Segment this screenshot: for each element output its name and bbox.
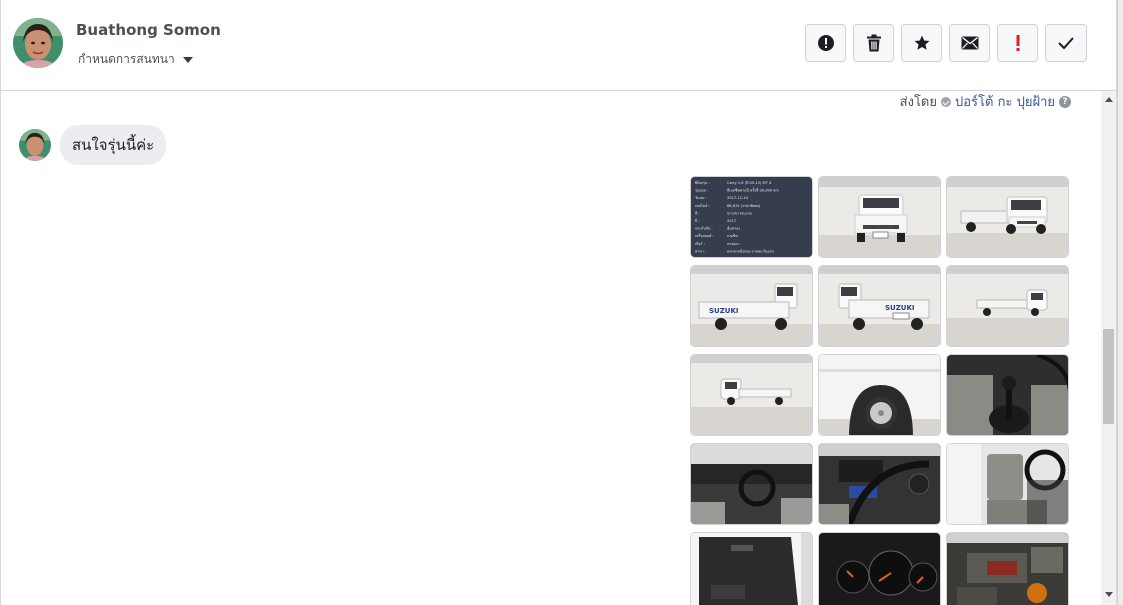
door-panel-image bbox=[691, 533, 812, 605]
photo-wheel-closeup[interactable] bbox=[818, 354, 941, 436]
scrollbar-thumb[interactable] bbox=[1103, 329, 1114, 424]
message-bubble[interactable]: สนใจรุ่นนี้ค่ะ bbox=[60, 125, 167, 165]
incoming-message: สนใจรุ่นนี้ค่ะ bbox=[19, 125, 167, 165]
photo-gear-shift[interactable] bbox=[946, 354, 1069, 436]
spec-row-label: ปี : bbox=[695, 218, 700, 223]
vertical-scrollbar[interactable] bbox=[1101, 91, 1116, 605]
important-button[interactable] bbox=[997, 24, 1038, 62]
spec-row-value: ตลาดรถมือสอง ภาคตะวันออก bbox=[727, 248, 774, 253]
photo-door-panel[interactable] bbox=[690, 532, 813, 605]
done-button[interactable] bbox=[1045, 24, 1087, 62]
spec-row-value: ทีเอสชีทตามปี ครั้งที่ 30,000 km bbox=[727, 188, 779, 193]
photo-truck-rear-left[interactable]: SUZUKI bbox=[690, 265, 813, 347]
envelope-icon bbox=[961, 36, 978, 50]
contact-name[interactable]: Buathong Somon bbox=[76, 21, 221, 39]
spec-row-value: ธรรมดา bbox=[727, 242, 740, 246]
photo-grid: ยี่ห้อ/รุ่น : Carry 1.6 (ปี 05-15) MT 4 รุ… bbox=[690, 176, 1069, 605]
spec-row-label: เลขไมล์ : bbox=[695, 203, 710, 208]
gear-shift-image bbox=[947, 355, 1068, 435]
spec-row-label: สาขา : bbox=[695, 249, 706, 253]
truck-side-right-image bbox=[947, 266, 1068, 346]
conversation-actions bbox=[805, 24, 1087, 62]
star-button[interactable] bbox=[901, 24, 942, 62]
mark-spam-button[interactable] bbox=[805, 24, 846, 62]
mark-unread-button[interactable] bbox=[949, 24, 990, 62]
truck-rear-left-image: SUZUKI bbox=[691, 266, 812, 346]
photo-truck-front-right[interactable] bbox=[946, 176, 1069, 258]
spec-row-value: เบนซิน bbox=[727, 234, 738, 238]
spec-row-label: เครื่องยนต์ : bbox=[695, 233, 714, 238]
check-icon bbox=[1058, 37, 1074, 50]
photo-spec-sheet[interactable]: ยี่ห้อ/รุ่น : Carry 1.6 (ปี 05-15) MT 4 รุ… bbox=[690, 176, 813, 258]
truck-side-left-image bbox=[691, 355, 812, 435]
contact-avatar[interactable] bbox=[13, 18, 63, 68]
spec-row-value: 68,674 (ราคาพิเศษ) bbox=[727, 204, 761, 208]
truck-front-right-image bbox=[947, 177, 1068, 257]
svg-text:SUZUKI: SUZUKI bbox=[709, 307, 739, 315]
photo-engine[interactable] bbox=[946, 532, 1069, 605]
trash-icon bbox=[866, 34, 881, 52]
conversation-header: Buathong Somon กำหนดการสนทนา bbox=[1, 0, 1116, 91]
photo-truck-side-left[interactable] bbox=[690, 354, 813, 436]
photo-truck-front[interactable] bbox=[818, 176, 941, 258]
wheel-closeup-image bbox=[819, 355, 940, 435]
sent-by-line: ส่งโดย ปอร์โต้ กะ ปุยฝ้าย ? bbox=[900, 91, 1071, 112]
dashboard-steering-image bbox=[819, 444, 940, 524]
photo-truck-rear[interactable]: SUZUKI bbox=[818, 265, 941, 347]
dashboard-image bbox=[691, 444, 812, 524]
photo-gauges[interactable] bbox=[818, 532, 941, 605]
delete-button[interactable] bbox=[853, 24, 894, 62]
spec-row-value: 2017 bbox=[727, 219, 736, 223]
exclamation-circle-icon bbox=[817, 35, 834, 51]
gauges-image bbox=[819, 533, 940, 605]
spec-row-value: Carry 1.6 (ปี 05-15) MT 4 bbox=[727, 180, 772, 185]
conversation-settings-dropdown[interactable]: กำหนดการสนทนา bbox=[78, 50, 193, 69]
photo-seats[interactable] bbox=[946, 443, 1069, 525]
message-avatar[interactable] bbox=[19, 129, 51, 161]
sent-by-prefix: ส่งโดย bbox=[899, 95, 937, 110]
photo-truck-side-right[interactable] bbox=[946, 265, 1069, 347]
truck-rear-image: SUZUKI bbox=[819, 266, 940, 346]
spec-row-value: 2017-11-14 bbox=[727, 196, 749, 200]
exclamation-icon bbox=[1016, 35, 1019, 51]
spec-row-label: ประกันภัย : bbox=[695, 227, 713, 231]
sent-by-name-link[interactable]: ปอร์โต้ กะ ปุยฝ้าย bbox=[955, 91, 1055, 112]
help-icon[interactable]: ? bbox=[1059, 95, 1071, 108]
spec-row-label: เกียร์ : bbox=[695, 241, 705, 246]
spec-row-value: ขาว/ขาวสะอาด bbox=[727, 211, 752, 215]
scroll-up-arrow-icon[interactable] bbox=[1105, 97, 1113, 102]
window-edge bbox=[1117, 0, 1123, 605]
messenger-window: Buathong Somon กำหนดการสนทนา ส่งโดย ปอร์… bbox=[0, 0, 1117, 605]
spec-sheet-image: ยี่ห้อ/รุ่น : Carry 1.6 (ปี 05-15) MT 4รุ… bbox=[691, 177, 812, 257]
photo-dashboard-steering[interactable] bbox=[818, 443, 941, 525]
spec-row-label: วันจด : bbox=[695, 196, 706, 200]
caret-down-icon bbox=[182, 56, 193, 63]
star-icon bbox=[914, 35, 929, 50]
svg-text:SUZUKI: SUZUKI bbox=[885, 304, 915, 312]
spec-row-label: สี : bbox=[695, 210, 700, 215]
scroll-down-arrow-icon[interactable] bbox=[1105, 592, 1113, 597]
seats-image bbox=[947, 444, 1068, 524]
photo-dashboard[interactable] bbox=[690, 443, 813, 525]
engine-image bbox=[947, 533, 1068, 605]
verified-check-icon bbox=[941, 96, 951, 107]
conversation-settings-label: กำหนดการสนทนา bbox=[78, 52, 175, 66]
truck-front-image bbox=[819, 177, 940, 257]
message-thread[interactable]: ส่งโดย ปอร์โต้ กะ ปุยฝ้าย ? สนใจรุ่นนี้ค… bbox=[1, 91, 1101, 605]
